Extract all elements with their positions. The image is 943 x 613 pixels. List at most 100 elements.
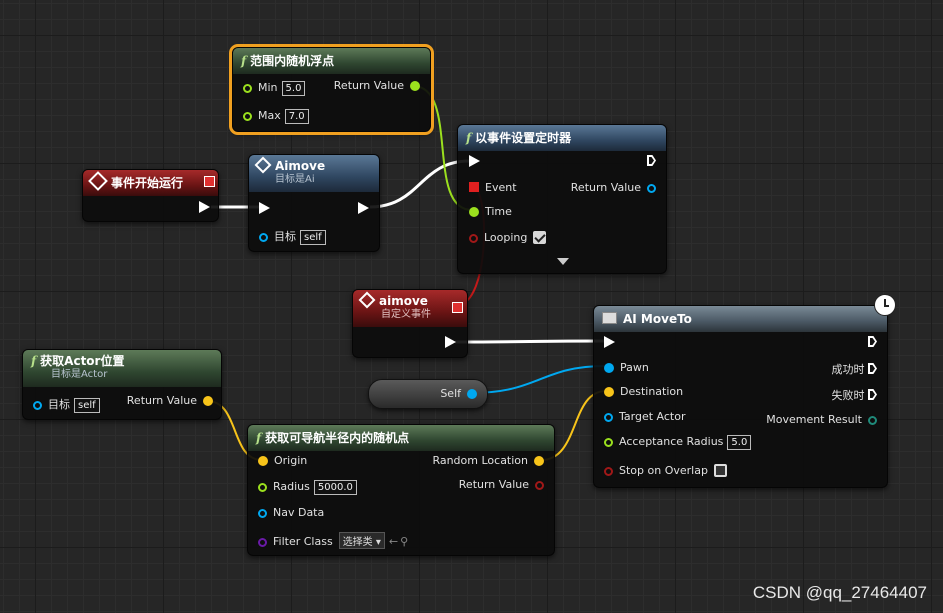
- custom-event-aimove-node[interactable]: aimove 自定义事件: [352, 289, 468, 358]
- random-float-header[interactable]: f 范围内随机浮点: [233, 48, 430, 74]
- filter-class-label: Filter Class: [273, 535, 333, 548]
- custom-event-header[interactable]: aimove 自定义事件: [353, 290, 467, 327]
- object-wire-self-pawn: [469, 365, 607, 394]
- get-actor-location-node[interactable]: f 获取Actor位置 目标是Actor 目标 self Return Value: [22, 349, 222, 420]
- csdn-watermark: CSDN @qq_27464407: [752, 583, 927, 602]
- node-title: 获取Actor位置: [40, 354, 125, 368]
- random-float-in-range-node[interactable]: f 范围内随机浮点 Min 5.0 Max 7.0 Return Value: [229, 44, 434, 135]
- object-pin-icon[interactable]: [604, 363, 614, 373]
- exec-out-row: [445, 336, 456, 350]
- exec-out-pin-icon[interactable]: [445, 336, 456, 348]
- target-value-field: self: [300, 230, 326, 245]
- float-pin-icon[interactable]: [604, 438, 613, 447]
- event-begin-play-node[interactable]: 事件开始运行: [82, 169, 219, 222]
- exec-out-pin-icon[interactable]: [868, 336, 877, 347]
- delegate-pin-icon[interactable]: [469, 182, 479, 192]
- vector-pin-icon[interactable]: [258, 456, 268, 466]
- exec-out-pin-icon[interactable]: [868, 389, 877, 400]
- acceptance-radius-row: Acceptance Radius 5.0: [604, 435, 752, 450]
- exec-out-pin-icon[interactable]: [199, 201, 210, 213]
- enum-pin-icon[interactable]: [868, 416, 877, 425]
- object-pin-icon[interactable]: [33, 401, 42, 410]
- object-pin-icon[interactable]: [647, 184, 656, 193]
- exec-in-pin-icon[interactable]: [469, 155, 480, 167]
- node-title: AI MoveTo: [623, 312, 692, 326]
- bool-pin-icon[interactable]: [535, 481, 544, 490]
- vector-pin-icon[interactable]: [203, 396, 213, 406]
- exec-out-pin-icon[interactable]: [647, 155, 656, 166]
- return-value-row: Return Value: [334, 79, 420, 92]
- event-icon: [254, 156, 272, 174]
- get-actor-location-header[interactable]: f 获取Actor位置 目标是Actor: [23, 350, 221, 387]
- min-label: Min: [258, 81, 278, 94]
- bool-pin-icon[interactable]: [604, 467, 613, 476]
- exec-wire-customevent-moveto: [454, 339, 606, 344]
- exec-out-pin-icon[interactable]: [868, 363, 877, 374]
- browse-search-icon[interactable]: ⚲: [400, 535, 408, 548]
- object-pin-icon[interactable]: [467, 389, 477, 399]
- random-reachable-point-header[interactable]: f 获取可导航半径内的随机点: [248, 425, 554, 451]
- looping-label: Looping: [484, 231, 528, 244]
- exec-in-pin-icon[interactable]: [604, 336, 615, 348]
- function-icon: f: [466, 131, 472, 145]
- object-pin-icon[interactable]: [259, 233, 268, 242]
- exec-in-row: [469, 155, 480, 169]
- vector-pin-icon[interactable]: [604, 387, 614, 397]
- exec-out-pin-icon[interactable]: [358, 202, 369, 214]
- object-pin-icon[interactable]: [604, 413, 613, 422]
- looping-checkbox[interactable]: [533, 231, 547, 244]
- float-pin-icon[interactable]: [410, 81, 420, 91]
- exec-in-pin-icon[interactable]: [259, 202, 270, 214]
- set-timer-by-event-node[interactable]: f 以事件设置定时器 Event Time Looping Return Valu…: [457, 124, 667, 274]
- use-selected-arrow-icon[interactable]: ←: [389, 535, 398, 548]
- max-label: Max: [258, 109, 281, 122]
- stop-on-overlap-checkbox[interactable]: [713, 464, 727, 477]
- ai-moveto-header[interactable]: AI MoveTo: [594, 306, 887, 332]
- vector-pin-icon[interactable]: [534, 456, 544, 466]
- random-reachable-point-node[interactable]: f 获取可导航半径内的随机点 Origin Radius 5000.0 Nav Da…: [247, 424, 555, 556]
- latent-clock-icon: [874, 294, 896, 316]
- acceptance-radius-field[interactable]: 5.0: [727, 435, 752, 450]
- on-success-row: 成功时: [831, 361, 877, 377]
- radius-value-field[interactable]: 5000.0: [313, 480, 357, 495]
- delegate-output-icon[interactable]: [204, 176, 215, 187]
- float-pin-icon[interactable]: [243, 112, 252, 121]
- min-value-field[interactable]: 5.0: [281, 81, 306, 96]
- function-icon: f: [31, 354, 37, 368]
- aimove-call-header[interactable]: Aimove 目标是Ai: [249, 155, 379, 192]
- pawn-input-row: Pawn: [604, 361, 649, 374]
- float-pin-icon[interactable]: [469, 207, 479, 217]
- target-input-row: 目标 self: [33, 396, 100, 413]
- return-value-row: Return Value: [127, 394, 213, 407]
- target-label: 目标: [48, 398, 70, 411]
- float-pin-icon[interactable]: [258, 483, 267, 492]
- delegate-output-icon[interactable]: [452, 302, 463, 313]
- function-icon: f: [241, 54, 247, 68]
- expand-arrow-icon[interactable]: [557, 258, 569, 265]
- self-output-row: Self: [440, 387, 477, 400]
- set-timer-header[interactable]: f 以事件设置定时器: [458, 125, 666, 151]
- filter-class-dropdown[interactable]: 选择类 ▾: [338, 532, 385, 549]
- max-input-row: Max 7.0: [243, 109, 309, 124]
- event-input-row: Event: [469, 181, 517, 194]
- ai-moveto-node[interactable]: AI MoveTo Pawn Destination Target Actor …: [593, 305, 888, 488]
- on-fail-label: 失败时: [831, 389, 865, 402]
- random-location-label: Random Location: [432, 454, 528, 467]
- return-value-row: Return Value: [571, 181, 656, 194]
- float-pin-icon[interactable]: [243, 84, 252, 93]
- class-pin-icon[interactable]: [258, 538, 267, 547]
- time-label: Time: [485, 205, 512, 218]
- return-value-label: Return Value: [570, 181, 641, 194]
- node-title: 事件开始运行: [111, 176, 184, 190]
- max-value-field[interactable]: 7.0: [284, 109, 309, 124]
- begin-play-header[interactable]: 事件开始运行: [83, 170, 218, 196]
- object-pin-icon[interactable]: [258, 509, 267, 518]
- time-input-row: Time: [469, 205, 512, 218]
- on-success-label: 成功时: [831, 363, 865, 376]
- exec-out-row: [358, 202, 369, 216]
- nav-data-label: Nav Data: [273, 506, 325, 519]
- destination-input-row: Destination: [604, 385, 683, 398]
- bool-pin-icon[interactable]: [469, 234, 478, 243]
- aimove-call-node[interactable]: Aimove 目标是Ai 目标 self: [248, 154, 380, 252]
- self-reference-node[interactable]: Self: [368, 379, 488, 409]
